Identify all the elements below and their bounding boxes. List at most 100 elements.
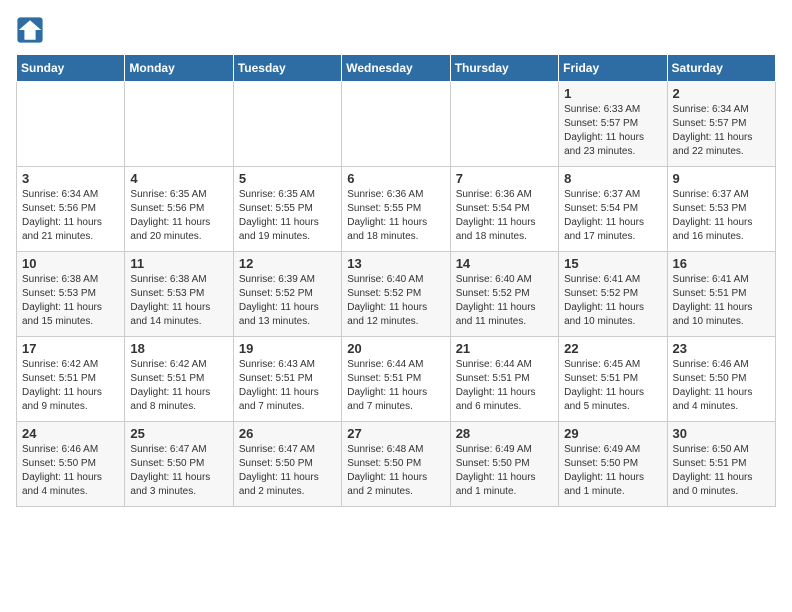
day-number: 7: [456, 171, 553, 186]
day-number: 19: [239, 341, 336, 356]
calendar-cell: 28Sunrise: 6:49 AMSunset: 5:50 PMDayligh…: [450, 422, 558, 507]
day-info: Sunrise: 6:39 AMSunset: 5:52 PMDaylight:…: [239, 273, 336, 329]
calendar-cell: [233, 82, 341, 167]
calendar-cell: 5 Sunrise: 6:35 AMSunset: 5:55 PMDaylight…: [233, 167, 341, 252]
day-info: Sunrise: 6:40 AMSunset: 5:52 PMDaylight:…: [456, 273, 553, 329]
calendar-cell: 12 Sunrise: 6:39 AMSunset: 5:52 PMDayligh…: [233, 252, 341, 337]
calendar-cell: 29Sunrise: 6:49 AMSunset: 5:50 PMDayligh…: [559, 422, 667, 507]
column-header-tuesday: Tuesday: [233, 55, 341, 82]
day-info: Sunrise: 6:34 AMSunset: 5:57 PMDaylight:…: [673, 103, 770, 159]
day-info: Sunrise: 6:42 AMSunset: 5:51 PMDaylight:…: [130, 358, 227, 414]
day-number: 26: [239, 426, 336, 441]
calendar-week-row: 1 Sunrise: 6:33 AMSunset: 5:57 PMDaylight…: [17, 82, 776, 167]
column-header-monday: Monday: [125, 55, 233, 82]
day-info: Sunrise: 6:43 AMSunset: 5:51 PMDaylight:…: [239, 358, 336, 414]
calendar-cell: 20 Sunrise: 6:44 AMSunset: 5:51 PMDayligh…: [342, 337, 450, 422]
calendar-week-row: 10 Sunrise: 6:38 AMSunset: 5:53 PMDayligh…: [17, 252, 776, 337]
calendar-cell: 26 Sunrise: 6:47 AMSunset: 5:50 PMDayligh…: [233, 422, 341, 507]
day-info: Sunrise: 6:34 AMSunset: 5:56 PMDaylight:…: [22, 188, 119, 244]
calendar-cell: 4Sunrise: 6:35 AMSunset: 5:56 PMDaylight…: [125, 167, 233, 252]
logo: [16, 16, 48, 44]
day-number: 13: [347, 256, 444, 271]
calendar-table: SundayMondayTuesdayWednesdayThursdayFrid…: [16, 54, 776, 507]
day-info: Sunrise: 6:47 AMSunset: 5:50 PMDaylight:…: [130, 443, 227, 499]
page-header: [16, 16, 776, 44]
calendar-cell: [450, 82, 558, 167]
day-info: Sunrise: 6:37 AMSunset: 5:54 PMDaylight:…: [564, 188, 661, 244]
day-number: 17: [22, 341, 119, 356]
day-info: Sunrise: 6:45 AMSunset: 5:51 PMDaylight:…: [564, 358, 661, 414]
calendar-body: 1 Sunrise: 6:33 AMSunset: 5:57 PMDaylight…: [17, 82, 776, 507]
column-header-saturday: Saturday: [667, 55, 775, 82]
calendar-cell: 2 Sunrise: 6:34 AMSunset: 5:57 PMDaylight…: [667, 82, 775, 167]
calendar-cell: 22 Sunrise: 6:45 AMSunset: 5:51 PMDayligh…: [559, 337, 667, 422]
day-number: 12: [239, 256, 336, 271]
day-info: Sunrise: 6:36 AMSunset: 5:55 PMDaylight:…: [347, 188, 444, 244]
day-number: 27: [347, 426, 444, 441]
day-number: 1: [564, 86, 661, 101]
calendar-cell: 25 Sunrise: 6:47 AMSunset: 5:50 PMDayligh…: [125, 422, 233, 507]
calendar-cell: 18 Sunrise: 6:42 AMSunset: 5:51 PMDayligh…: [125, 337, 233, 422]
day-info: Sunrise: 6:41 AMSunset: 5:52 PMDaylight:…: [564, 273, 661, 329]
calendar-cell: [342, 82, 450, 167]
day-number: 11: [130, 256, 227, 271]
calendar-week-row: 17 Sunrise: 6:42 AMSunset: 5:51 PMDayligh…: [17, 337, 776, 422]
day-info: Sunrise: 6:44 AMSunset: 5:51 PMDaylight:…: [347, 358, 444, 414]
day-number: 3: [22, 171, 119, 186]
day-number: 30: [673, 426, 770, 441]
calendar-cell: 7 Sunrise: 6:36 AMSunset: 5:54 PMDaylight…: [450, 167, 558, 252]
day-info: Sunrise: 6:35 AMSunset: 5:55 PMDaylight:…: [239, 188, 336, 244]
column-header-sunday: Sunday: [17, 55, 125, 82]
calendar-cell: 8 Sunrise: 6:37 AMSunset: 5:54 PMDaylight…: [559, 167, 667, 252]
calendar-cell: 11 Sunrise: 6:38 AMSunset: 5:53 PMDayligh…: [125, 252, 233, 337]
day-info: Sunrise: 6:40 AMSunset: 5:52 PMDaylight:…: [347, 273, 444, 329]
calendar-header-row: SundayMondayTuesdayWednesdayThursdayFrid…: [17, 55, 776, 82]
calendar-cell: 30 Sunrise: 6:50 AMSunset: 5:51 PMDayligh…: [667, 422, 775, 507]
day-number: 10: [22, 256, 119, 271]
day-number: 25: [130, 426, 227, 441]
day-info: Sunrise: 6:38 AMSunset: 5:53 PMDaylight:…: [22, 273, 119, 329]
calendar-cell: 14 Sunrise: 6:40 AMSunset: 5:52 PMDayligh…: [450, 252, 558, 337]
day-number: 8: [564, 171, 661, 186]
column-header-friday: Friday: [559, 55, 667, 82]
day-info: Sunrise: 6:47 AMSunset: 5:50 PMDaylight:…: [239, 443, 336, 499]
day-number: 5: [239, 171, 336, 186]
day-info: Sunrise: 6:35 AMSunset: 5:56 PMDaylight:…: [130, 188, 227, 244]
day-number: 9: [673, 171, 770, 186]
day-info: Sunrise: 6:36 AMSunset: 5:54 PMDaylight:…: [456, 188, 553, 244]
day-number: 16: [673, 256, 770, 271]
calendar-cell: [17, 82, 125, 167]
day-number: 24: [22, 426, 119, 441]
day-number: 18: [130, 341, 227, 356]
day-info: Sunrise: 6:50 AMSunset: 5:51 PMDaylight:…: [673, 443, 770, 499]
day-info: Sunrise: 6:41 AMSunset: 5:51 PMDaylight:…: [673, 273, 770, 329]
calendar-cell: 10 Sunrise: 6:38 AMSunset: 5:53 PMDayligh…: [17, 252, 125, 337]
calendar-cell: 3 Sunrise: 6:34 AMSunset: 5:56 PMDaylight…: [17, 167, 125, 252]
day-info: Sunrise: 6:46 AMSunset: 5:50 PMDaylight:…: [673, 358, 770, 414]
day-number: 2: [673, 86, 770, 101]
day-number: 14: [456, 256, 553, 271]
calendar-cell: 19 Sunrise: 6:43 AMSunset: 5:51 PMDayligh…: [233, 337, 341, 422]
calendar-week-row: 24Sunrise: 6:46 AMSunset: 5:50 PMDayligh…: [17, 422, 776, 507]
day-number: 6: [347, 171, 444, 186]
day-info: Sunrise: 6:49 AMSunset: 5:50 PMDaylight:…: [564, 443, 661, 499]
calendar-cell: 24Sunrise: 6:46 AMSunset: 5:50 PMDayligh…: [17, 422, 125, 507]
calendar-cell: 21Sunrise: 6:44 AMSunset: 5:51 PMDayligh…: [450, 337, 558, 422]
calendar-cell: 15Sunrise: 6:41 AMSunset: 5:52 PMDayligh…: [559, 252, 667, 337]
calendar-week-row: 3 Sunrise: 6:34 AMSunset: 5:56 PMDaylight…: [17, 167, 776, 252]
calendar-cell: 16 Sunrise: 6:41 AMSunset: 5:51 PMDayligh…: [667, 252, 775, 337]
day-info: Sunrise: 6:42 AMSunset: 5:51 PMDaylight:…: [22, 358, 119, 414]
general-blue-icon: [16, 16, 44, 44]
day-number: 20: [347, 341, 444, 356]
calendar-cell: 6 Sunrise: 6:36 AMSunset: 5:55 PMDaylight…: [342, 167, 450, 252]
day-info: Sunrise: 6:49 AMSunset: 5:50 PMDaylight:…: [456, 443, 553, 499]
day-info: Sunrise: 6:48 AMSunset: 5:50 PMDaylight:…: [347, 443, 444, 499]
calendar-cell: 13 Sunrise: 6:40 AMSunset: 5:52 PMDayligh…: [342, 252, 450, 337]
column-header-thursday: Thursday: [450, 55, 558, 82]
day-number: 22: [564, 341, 661, 356]
calendar-cell: 1 Sunrise: 6:33 AMSunset: 5:57 PMDaylight…: [559, 82, 667, 167]
day-number: 23: [673, 341, 770, 356]
day-info: Sunrise: 6:33 AMSunset: 5:57 PMDaylight:…: [564, 103, 661, 159]
day-info: Sunrise: 6:44 AMSunset: 5:51 PMDaylight:…: [456, 358, 553, 414]
day-info: Sunrise: 6:38 AMSunset: 5:53 PMDaylight:…: [130, 273, 227, 329]
